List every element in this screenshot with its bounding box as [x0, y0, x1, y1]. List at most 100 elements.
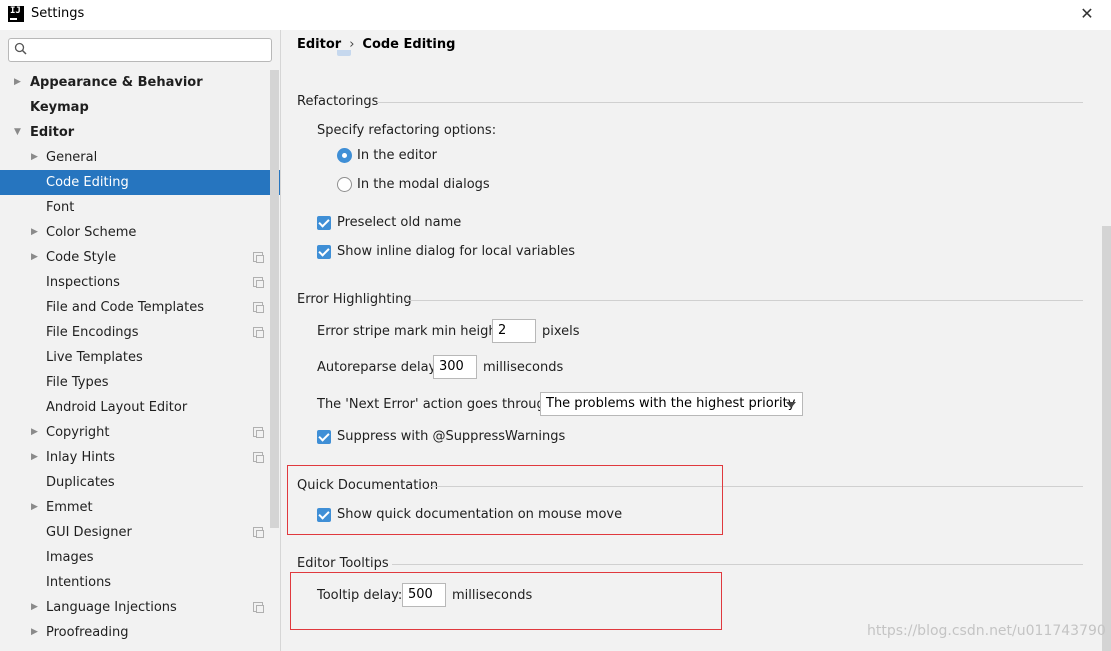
sidebar-item-label: Intentions	[46, 575, 112, 590]
settings-content: Editor › Code Editing Refactorings Specify…	[282, 30, 1111, 651]
next-error-label: The 'Next Error' action goes through:	[317, 397, 558, 412]
sidebar-item-appearance-behavior[interactable]: ▶ Appearance & Behavior	[0, 70, 280, 95]
chevron-down-icon	[786, 402, 796, 408]
search-input[interactable]	[33, 41, 265, 59]
sidebar-item-gui-designer[interactable]: GUI Designer	[0, 520, 280, 545]
expand-arrow-right-icon[interactable]: ▶	[31, 595, 38, 620]
sidebar-item-code-style[interactable]: ▶ Code Style	[0, 245, 280, 270]
project-scope-icon	[253, 427, 264, 438]
suppress-warnings-checkbox[interactable]	[317, 430, 331, 444]
sidebar-item-images[interactable]: Images	[0, 545, 280, 570]
quick-documentation-highlight	[287, 465, 723, 535]
autoreparse-delay-input[interactable]: 300	[433, 355, 477, 379]
sidebar-item-live-templates[interactable]: Live Templates	[0, 345, 280, 370]
sidebar-item-label: Inspections	[46, 275, 120, 290]
sidebar-item-code-editing[interactable]: Code Editing	[0, 170, 280, 195]
sidebar-item-intentions[interactable]: Intentions	[0, 570, 280, 595]
stripe-height-unit: pixels	[542, 324, 580, 339]
sidebar-item-label: File Encodings	[46, 325, 139, 340]
sidebar-item-label: GUI Designer	[46, 525, 132, 540]
sidebar-item-color-scheme[interactable]: ▶ Color Scheme	[0, 220, 280, 245]
project-scope-icon	[253, 327, 264, 338]
sidebar-item-general[interactable]: ▶ General	[0, 145, 280, 170]
sidebar-item-label: Images	[46, 550, 94, 565]
sidebar-item-label: Keymap	[30, 100, 89, 115]
intellij-logo-icon: IJ	[8, 6, 24, 22]
settings-search[interactable]	[8, 38, 272, 62]
search-icon	[14, 42, 30, 58]
sidebar-item-label: Code Style	[46, 250, 117, 265]
sidebar-scrollbar[interactable]	[270, 70, 279, 528]
close-button[interactable]: ✕	[1077, 4, 1097, 24]
preselect-old-name-checkbox[interactable]	[317, 216, 331, 230]
radio-modal-dialogs-label[interactable]: In the modal dialogs	[357, 177, 490, 192]
sidebar-item-label: File Types	[46, 375, 109, 390]
sidebar-item-inspections[interactable]: Inspections	[0, 270, 280, 295]
sidebar-item-proofreading[interactable]: ▶ Proofreading	[0, 620, 280, 645]
sidebar-item-label: File and Code Templates	[46, 300, 204, 315]
sidebar-item-label: Proofreading	[46, 625, 129, 640]
radio-in-editor[interactable]	[337, 148, 352, 163]
sidebar-item-copyright[interactable]: ▶ Copyright	[0, 420, 280, 445]
preselect-old-name-label[interactable]: Preselect old name	[337, 215, 461, 230]
editor-tooltips-highlight	[290, 572, 722, 630]
autoreparse-delay-label: Autoreparse delay:	[317, 360, 440, 375]
settings-tree: ▶ Appearance & Behavior Keymap ▼ Editor ▶ Gene…	[0, 70, 280, 645]
sidebar-item-label: Font	[46, 200, 75, 215]
expand-arrow-right-icon[interactable]: ▶	[31, 145, 38, 170]
sidebar-item-inlay-hints[interactable]: ▶ Inlay Hints	[0, 445, 280, 470]
sidebar-item-label: Duplicates	[46, 475, 115, 490]
stripe-height-input[interactable]: 2	[492, 319, 536, 343]
sidebar-item-label: Inlay Hints	[46, 450, 115, 465]
expand-arrow-right-icon[interactable]: ▶	[31, 220, 38, 245]
sidebar-item-label: General	[46, 150, 98, 165]
editor-tooltips-title: Editor Tooltips	[297, 556, 389, 571]
stripe-height-label: Error stripe mark min height:	[317, 324, 507, 339]
inline-dialog-label[interactable]: Show inline dialog for local variables	[337, 244, 575, 259]
breadcrumb-root[interactable]: Editor	[297, 37, 341, 52]
watermark: https://blog.csdn.net/u011743790	[867, 623, 1106, 639]
sidebar-item-emmet[interactable]: ▶ Emmet	[0, 495, 280, 520]
autoreparse-delay-unit: milliseconds	[483, 360, 564, 375]
project-scope-icon	[253, 602, 264, 613]
scrolled-out-checkbox	[337, 50, 351, 56]
sidebar-item-duplicates[interactable]: Duplicates	[0, 470, 280, 495]
expand-arrow-right-icon[interactable]: ▶	[14, 70, 21, 95]
refactorings-title: Refactorings	[297, 94, 379, 109]
project-scope-icon	[253, 277, 264, 288]
next-error-value: The problems with the highest priority	[546, 396, 796, 411]
content-scrollbar[interactable]	[1102, 226, 1111, 651]
sidebar-item-label: Android Layout Editor	[46, 400, 188, 415]
editor-tooltips-divider	[392, 564, 1083, 565]
next-error-dropdown[interactable]: The problems with the highest priority	[540, 392, 803, 416]
project-scope-icon	[253, 527, 264, 538]
expand-arrow-down-icon[interactable]: ▼	[14, 120, 21, 145]
sidebar-item-android-layout-editor[interactable]: Android Layout Editor	[0, 395, 280, 420]
expand-arrow-right-icon[interactable]: ▶	[31, 420, 38, 445]
inline-dialog-checkbox[interactable]	[317, 245, 331, 259]
expand-arrow-right-icon[interactable]: ▶	[31, 620, 38, 645]
project-scope-icon	[253, 452, 264, 463]
expand-arrow-right-icon[interactable]: ▶	[31, 445, 38, 470]
radio-modal-dialogs[interactable]	[337, 177, 352, 192]
project-scope-icon	[253, 252, 264, 263]
sidebar-item-font[interactable]: Font	[0, 195, 280, 220]
sidebar-item-label: Live Templates	[46, 350, 143, 365]
sidebar-item-file-encodings[interactable]: File Encodings	[0, 320, 280, 345]
sidebar-item-file-and-code-templates[interactable]: File and Code Templates	[0, 295, 280, 320]
sidebar-item-keymap[interactable]: Keymap	[0, 95, 280, 120]
sidebar-item-label: Editor	[30, 125, 75, 140]
sidebar-item-label: Language Injections	[46, 600, 177, 615]
scrolled-out-option	[337, 50, 487, 60]
sidebar-item-label: Color Scheme	[46, 225, 137, 240]
radio-in-editor-label[interactable]: In the editor	[357, 148, 437, 163]
expand-arrow-right-icon[interactable]: ▶	[31, 245, 38, 270]
refactoring-options-label: Specify refactoring options:	[317, 123, 497, 138]
sidebar-item-editor[interactable]: ▼ Editor	[0, 120, 280, 145]
sidebar-item-file-types[interactable]: File Types	[0, 370, 280, 395]
suppress-warnings-label[interactable]: Suppress with @SuppressWarnings	[337, 429, 565, 444]
error-highlighting-title: Error Highlighting	[297, 292, 412, 307]
expand-arrow-right-icon[interactable]: ▶	[31, 495, 38, 520]
project-scope-icon	[253, 302, 264, 313]
sidebar-item-language-injections[interactable]: ▶ Language Injections	[0, 595, 280, 620]
